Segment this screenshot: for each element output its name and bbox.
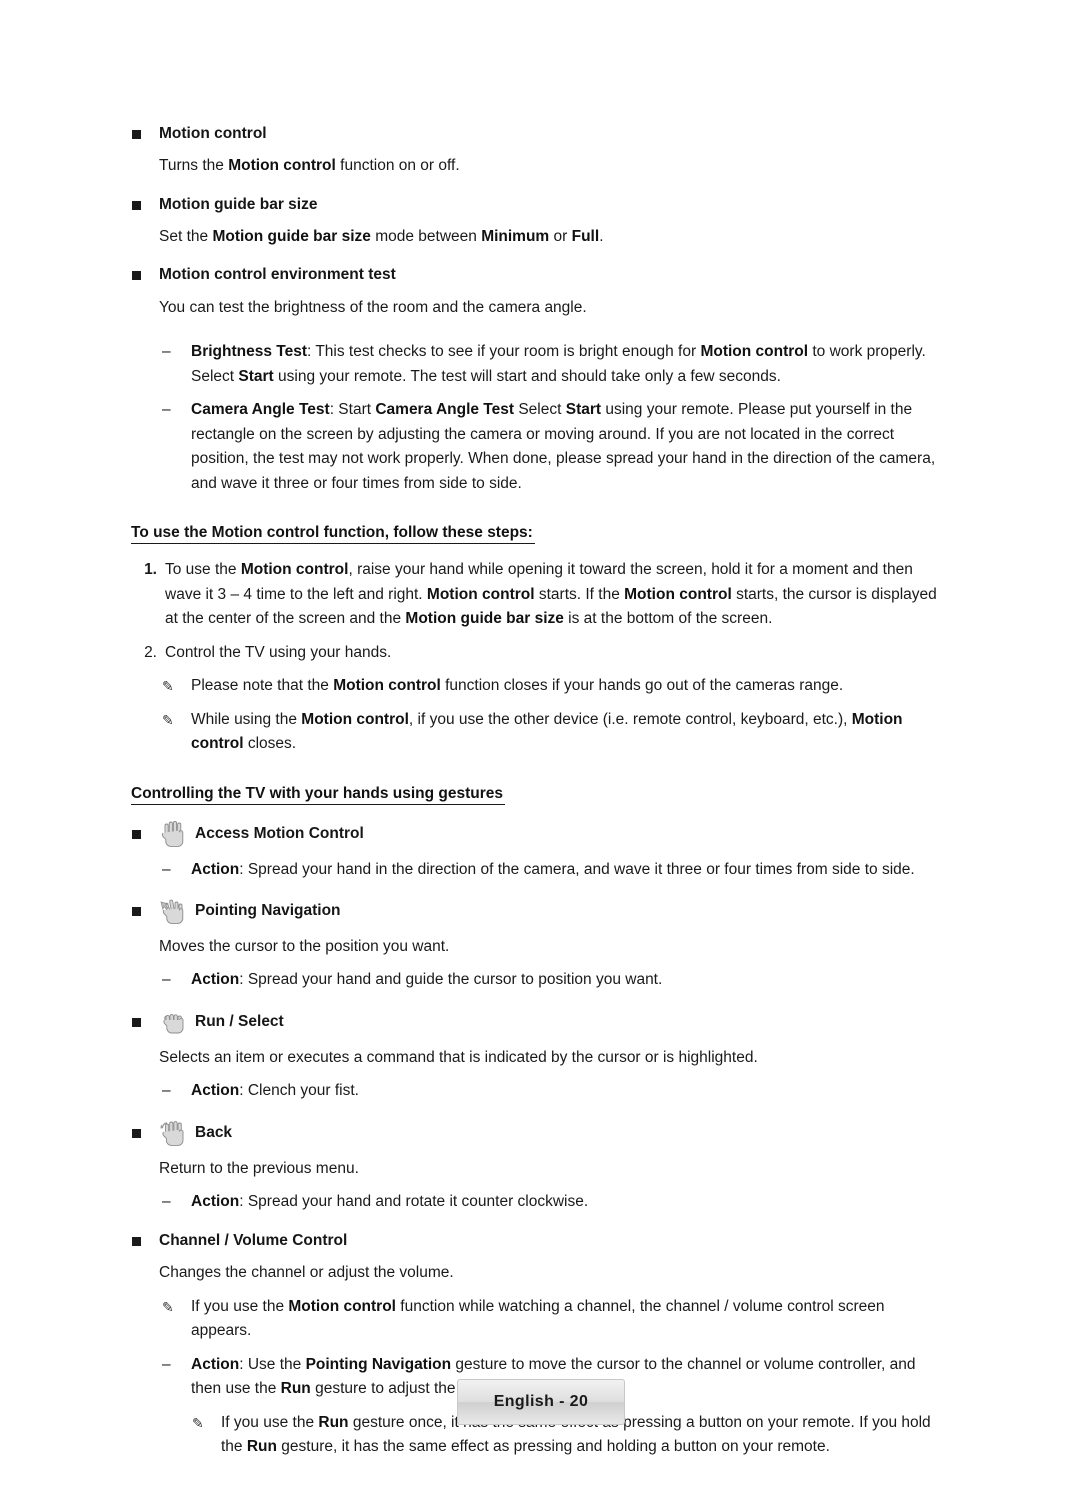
heading-motion-guide-bar-size: Motion guide bar size xyxy=(131,193,949,216)
pencil-note-icon: ✎ xyxy=(162,711,174,728)
note-text: While using the Motion control, if you u… xyxy=(191,710,903,753)
dash-bullet-icon: – xyxy=(162,1355,171,1373)
heading-label: Motion control environment test xyxy=(159,266,396,284)
gesture-desc-back: Return to the previous menu. xyxy=(159,1159,359,1177)
square-bullet-icon xyxy=(132,1017,141,1027)
step-text: Control the TV using your hands. xyxy=(165,643,392,661)
square-bullet-icon xyxy=(132,829,141,839)
gesture-label: Channel / Volume Control xyxy=(159,1231,348,1249)
gesture-label: Run / Select xyxy=(195,1012,284,1030)
square-bullet-icon xyxy=(132,906,141,916)
gesture-heading-back: Back xyxy=(131,1118,949,1148)
list-item-text: Camera Angle Test: Start Camera Angle Te… xyxy=(191,401,936,492)
dash-bullet-icon: – xyxy=(162,401,171,419)
list-item-brightness-test: – Brightness Test: This test checks to s… xyxy=(131,340,949,389)
steps-section-title: To use the Motion control function, foll… xyxy=(131,524,535,545)
list-item-camera-angle-test: – Camera Angle Test: Start Camera Angle … xyxy=(131,398,949,496)
page-content: Motion control Turns the Motion control … xyxy=(131,122,949,1460)
gesture-action-run-select: – Action: Clench your fist. xyxy=(131,1079,949,1103)
step-number: 2. xyxy=(144,643,157,661)
note-item-2: ✎ While using the Motion control, if you… xyxy=(131,708,949,757)
square-bullet-icon xyxy=(132,271,141,281)
gesture-action-text: Action: Spread your hand and guide the c… xyxy=(191,971,663,989)
gesture-heading-pointing-navigation: Pointing Navigation xyxy=(131,896,949,926)
step-number: 1. xyxy=(144,561,157,579)
fist-hand-icon xyxy=(159,1007,189,1037)
gesture-action-text: Action: Spread your hand in the directio… xyxy=(191,860,915,878)
body-motion-control: Turns the Motion control function on or … xyxy=(159,157,460,175)
heading-label: Motion control xyxy=(159,125,267,142)
pencil-note-icon: ✎ xyxy=(162,678,174,695)
gesture-desc-pointing-navigation: Moves the cursor to the position you wan… xyxy=(159,937,450,955)
step-item-1: 1. To use the Motion control, raise your… xyxy=(131,558,949,631)
gestures-section-title-wrap: Controlling the TV with your hands using… xyxy=(131,785,949,805)
note-text: Please note that the Motion control func… xyxy=(191,677,844,695)
gesture-action-text: Action: Clench your fist. xyxy=(191,1082,359,1100)
gesture-label: Back xyxy=(195,1123,233,1141)
gesture-desc-run-select: Selects an item or executes a command th… xyxy=(159,1048,758,1066)
gesture-action-text: Action: Spread your hand and rotate it c… xyxy=(191,1193,589,1211)
gesture-action-back: – Action: Spread your hand and rotate it… xyxy=(131,1190,949,1214)
page-footer-label: English - 20 xyxy=(457,1379,625,1425)
note-channel-volume-screen: ✎ If you use the Motion control function… xyxy=(131,1295,949,1344)
pencil-note-icon: ✎ xyxy=(162,1298,174,1315)
gesture-action-pointing-navigation: – Action: Spread your hand and guide the… xyxy=(131,968,949,992)
square-bullet-icon xyxy=(132,130,141,139)
document-page: Motion control Turns the Motion control … xyxy=(0,0,1080,1494)
dash-bullet-icon: – xyxy=(162,971,171,989)
dash-bullet-icon: – xyxy=(162,343,171,361)
open-hand-icon xyxy=(159,819,189,849)
gesture-heading-channel-volume-control: Channel / Volume Control xyxy=(131,1229,949,1252)
step-item-2: 2. Control the TV using your hands. xyxy=(131,641,949,665)
dash-bullet-icon: – xyxy=(162,1193,171,1211)
note-item-1: ✎ Please note that the Motion control fu… xyxy=(131,674,949,698)
steps-section-title-wrap: To use the Motion control function, foll… xyxy=(131,524,949,545)
dash-bullet-icon: – xyxy=(162,1082,171,1100)
gesture-label: Access Motion Control xyxy=(195,824,364,842)
list-item-text: Brightness Test: This test checks to see… xyxy=(191,343,926,385)
heading-motion-control-environment-test: Motion control environment test xyxy=(131,263,949,286)
gesture-desc-channel-volume-control: Changes the channel or adjust the volume… xyxy=(159,1264,454,1282)
gesture-label: Pointing Navigation xyxy=(195,901,341,919)
square-bullet-icon xyxy=(132,1128,141,1138)
body-environment-test: You can test the brightness of the room … xyxy=(159,298,587,316)
heading-motion-control: Motion control xyxy=(131,122,949,145)
pointing-hand-icon xyxy=(159,896,189,926)
rotate-hand-icon xyxy=(159,1118,189,1148)
gesture-heading-run-select: Run / Select xyxy=(131,1007,949,1037)
square-bullet-icon xyxy=(132,1236,141,1246)
body-motion-guide-bar-size: Set the Motion guide bar size mode betwe… xyxy=(159,227,604,245)
step-text: To use the Motion control, raise your ha… xyxy=(165,561,937,628)
square-bullet-icon xyxy=(132,200,141,210)
pencil-note-icon: ✎ xyxy=(192,1414,204,1431)
gesture-action-access-motion-control: – Action: Spread your hand in the direct… xyxy=(131,858,949,882)
gesture-heading-access-motion-control: Access Motion Control xyxy=(131,819,949,849)
gestures-section-title: Controlling the TV with your hands using… xyxy=(131,785,506,805)
note-text: If you use the Motion control function w… xyxy=(191,1297,885,1340)
dash-bullet-icon: – xyxy=(162,860,171,878)
heading-label: Motion guide bar size xyxy=(159,195,318,213)
